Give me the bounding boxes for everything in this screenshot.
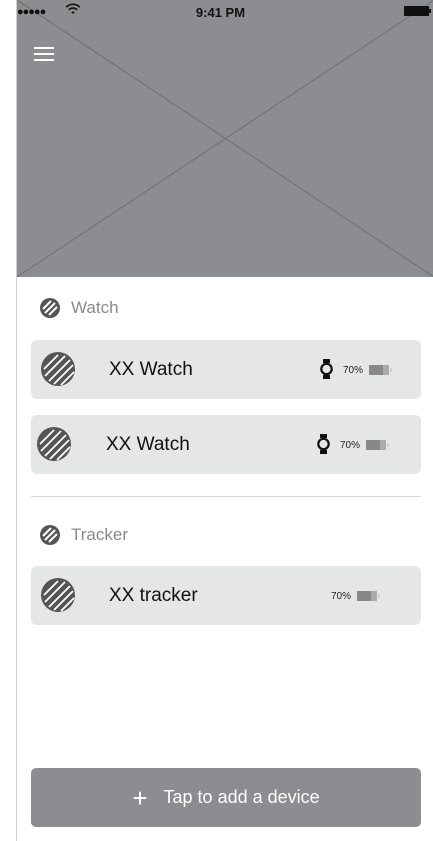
section-header-tracker: Tracker xyxy=(39,523,128,547)
placeholder-cross-lines xyxy=(17,0,433,277)
phone-screen: ●●●●● 9:41 PM Watch XX Watch 70% XX Watc… xyxy=(16,0,433,841)
status-bar: ●●●●● 9:41 PM xyxy=(17,0,433,24)
add-device-button[interactable]: + Tap to add a device xyxy=(31,768,421,827)
section-header-watch: Watch xyxy=(39,296,119,320)
battery-icon xyxy=(357,591,380,601)
plus-icon: + xyxy=(132,782,148,813)
section-label-watch: Watch xyxy=(71,298,119,317)
battery-percentage: 70% xyxy=(331,591,352,602)
section-label-tracker: Tracker xyxy=(71,525,128,544)
device-category-icon xyxy=(40,298,60,318)
hamburger-menu-icon[interactable] xyxy=(34,47,54,63)
battery-icon xyxy=(369,365,392,375)
battery-percentage: 70% xyxy=(343,365,364,376)
device-name: XX Watch xyxy=(106,434,190,455)
status-time: 9:41 PM xyxy=(195,5,246,20)
battery-icon xyxy=(366,440,389,450)
device-category-icon xyxy=(40,525,60,545)
battery-full-icon xyxy=(404,6,431,16)
device-name: XX tracker xyxy=(109,585,198,606)
section-divider xyxy=(31,496,421,497)
watch-icon xyxy=(320,359,333,379)
watch-icon xyxy=(317,434,330,454)
device-name: XX Watch xyxy=(109,359,193,380)
device-card-tracker-1[interactable]: XX tracker 70% xyxy=(31,566,421,625)
device-avatar-icon xyxy=(41,578,75,612)
device-avatar-icon xyxy=(37,427,71,461)
device-card-watch-2[interactable]: XX Watch 70% xyxy=(31,415,421,474)
device-card-watch-1[interactable]: XX Watch 70% xyxy=(31,340,421,399)
device-avatar-icon xyxy=(41,352,75,386)
battery-percentage: 70% xyxy=(340,440,361,451)
add-device-label: Tap to add a device xyxy=(163,787,320,807)
hero-image-placeholder: ●●●●● 9:41 PM xyxy=(17,0,433,277)
